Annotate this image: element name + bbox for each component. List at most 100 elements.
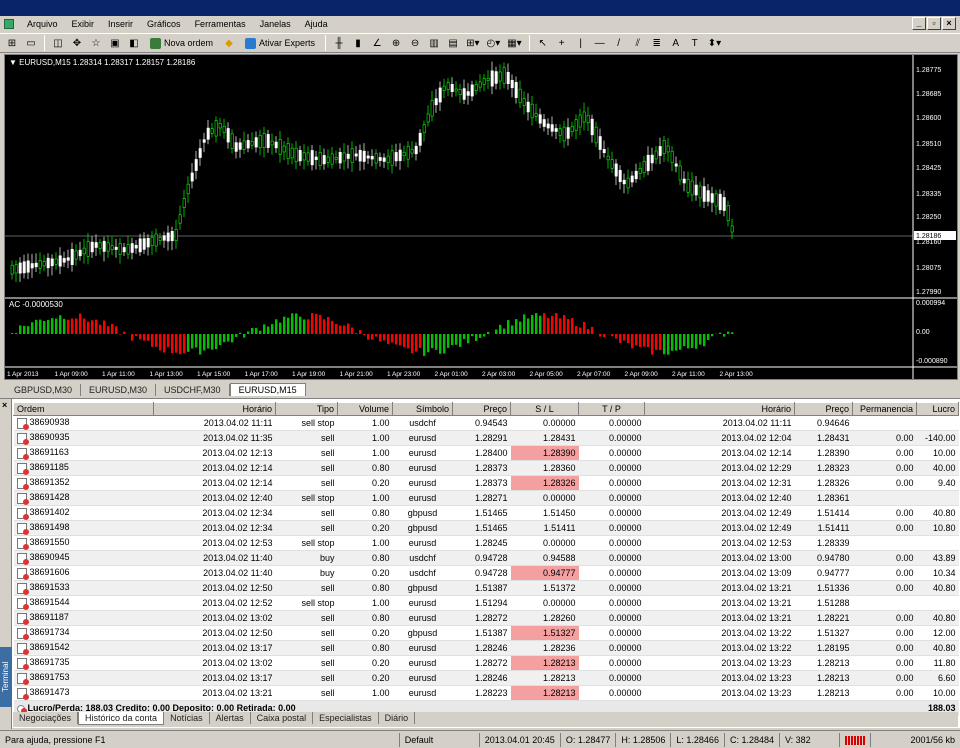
- chart-shift-icon[interactable]: ▤: [445, 35, 461, 51]
- table-row[interactable]: 38691498 2013.04.02 12:34 sell 0.20 gbpusd 1.…: [13, 520, 959, 536]
- table-row[interactable]: 38691402 2013.04.02 12:34 sell 0.80 gbpusd 1.…: [13, 505, 959, 521]
- tab-noticias[interactable]: Notícias: [164, 712, 210, 724]
- ac-bar: [699, 334, 702, 345]
- table-row[interactable]: 38691428 2013.04.02 12:40 sell stop 1.00 eur…: [13, 490, 959, 506]
- chart-tab-usdchf-m30[interactable]: USDCHF,M30: [156, 384, 230, 396]
- tab-diario[interactable]: Diário: [379, 712, 416, 724]
- new-order-button[interactable]: Nova ordem: [145, 35, 218, 51]
- table-row[interactable]: 38691187 2013.04.02 13:02 sell 0.80 eurusd 1.…: [13, 610, 959, 626]
- tile-windows-icon[interactable]: ▥: [426, 35, 442, 51]
- menu-ajuda[interactable]: Ajuda: [298, 19, 335, 29]
- indicators-icon[interactable]: ⊞▾: [464, 35, 481, 51]
- new-chart-icon[interactable]: ⊞: [4, 35, 20, 51]
- chart-tab-eurusd-m30[interactable]: EURUSD,M30: [81, 384, 157, 396]
- col-lucro[interactable]: Lucro: [916, 402, 959, 416]
- table-row[interactable]: 38691753 2013.04.02 13:17 sell 0.20 eurusd 1.…: [13, 670, 959, 686]
- restore-icon[interactable]: ▫: [927, 17, 941, 30]
- table-row[interactable]: 38690935 2013.04.02 11:35 sell 1.00 eurusd 1.…: [13, 430, 959, 446]
- col-tipo[interactable]: Tipo: [275, 402, 338, 416]
- tester-icon[interactable]: ◧: [126, 35, 142, 51]
- table-row[interactable]: 38691734 2013.04.02 12:50 sell 0.20 gbpusd 1.…: [13, 625, 959, 641]
- ac-bar: [367, 334, 370, 340]
- close-icon[interactable]: ×: [942, 17, 956, 30]
- candle: [422, 124, 426, 134]
- col-simbolo[interactable]: Símbolo: [392, 402, 453, 416]
- cell-close-price: 0.94646: [794, 415, 853, 431]
- text-icon[interactable]: A: [668, 35, 684, 51]
- candle: [90, 241, 94, 253]
- col-preco-close[interactable]: Preço: [794, 402, 853, 416]
- channel-icon[interactable]: ⫽: [630, 35, 646, 51]
- favorites-icon[interactable]: ☆: [88, 35, 104, 51]
- zoom-in-icon[interactable]: ⊕: [388, 35, 404, 51]
- ac-bar: [307, 319, 310, 334]
- horizontal-line-icon[interactable]: —: [592, 35, 608, 51]
- periods-icon[interactable]: ◴▾: [484, 35, 502, 51]
- menu-graficos[interactable]: Gráficos: [140, 19, 188, 29]
- fibonacci-icon[interactable]: ≣: [649, 35, 665, 51]
- table-row[interactable]: 38691550 2013.04.02 12:53 sell stop 1.00 eur…: [13, 535, 959, 551]
- price-chart[interactable]: ▼ EURUSD,M15 1.28314 1.28317 1.28157 1.2…: [5, 55, 957, 379]
- vertical-line-icon[interactable]: |: [573, 35, 589, 51]
- candle-chart-icon[interactable]: ▮: [350, 35, 366, 51]
- market-watch-icon[interactable]: ◫: [50, 35, 66, 51]
- crosshair-icon[interactable]: +: [554, 35, 570, 51]
- col-volume[interactable]: Volume: [337, 402, 393, 416]
- menu-exibir[interactable]: Exibir: [65, 19, 102, 29]
- cell-symbol: eurusd: [392, 610, 453, 626]
- templates-icon[interactable]: ▦▾: [505, 35, 523, 51]
- candle: [86, 241, 90, 257]
- cell-close-time: 2013.04.02 13:21: [644, 610, 795, 626]
- bar-chart-icon[interactable]: ╫: [331, 35, 347, 51]
- zoom-out-icon[interactable]: ⊖: [407, 35, 423, 51]
- chart-tab-eurusd-m15[interactable]: EURUSD,M15: [229, 383, 306, 396]
- chart-window[interactable]: ▼ EURUSD,M15 1.28314 1.28317 1.28157 1.2…: [4, 54, 958, 380]
- minimize-icon[interactable]: _: [912, 17, 926, 30]
- table-row[interactable]: 38691185 2013.04.02 12:14 sell 0.80 eurusd 1.…: [13, 460, 959, 476]
- tab-negociacoes[interactable]: Negociações: [13, 712, 79, 724]
- profiles-icon[interactable]: ▭: [23, 35, 39, 51]
- table-row[interactable]: 38691544 2013.04.02 12:52 sell stop 1.00 eur…: [13, 595, 959, 611]
- arrows-icon[interactable]: ⬍▾: [706, 35, 723, 51]
- close-terminal-icon[interactable]: ×: [2, 400, 7, 410]
- col-permanencia[interactable]: Permanencia: [852, 402, 917, 416]
- col-tp[interactable]: T / P: [578, 402, 645, 416]
- price-tick: 1.28160: [916, 239, 941, 246]
- col-sl[interactable]: S / L: [510, 402, 579, 416]
- ac-bar: [507, 320, 510, 334]
- line-chart-icon[interactable]: ∠: [369, 35, 385, 51]
- candle: [690, 180, 694, 196]
- cursor-icon[interactable]: ↖: [535, 35, 551, 51]
- tab-especialistas[interactable]: Especialistas: [313, 712, 379, 724]
- trendline-icon[interactable]: /: [611, 35, 627, 51]
- menu-janelas[interactable]: Janelas: [253, 19, 298, 29]
- col-horario-close[interactable]: Horário: [644, 402, 795, 416]
- candle: [490, 70, 494, 87]
- menu-ferramentas[interactable]: Ferramentas: [188, 19, 253, 29]
- terminal-icon[interactable]: ▣: [107, 35, 123, 51]
- table-row[interactable]: 38691533 2013.04.02 12:50 sell 0.80 gbpusd 1.…: [13, 580, 959, 596]
- table-row[interactable]: 38691606 2013.04.02 11:40 buy 0.20 usdchf 0.9…: [13, 565, 959, 581]
- experts-button[interactable]: Ativar Experts: [240, 35, 320, 51]
- tab-caixa-postal[interactable]: Caixa postal: [251, 712, 314, 724]
- table-row[interactable]: 38691542 2013.04.02 13:17 sell 0.80 eurusd 1.…: [13, 640, 959, 656]
- table-row[interactable]: 38691735 2013.04.02 13:02 sell 0.20 eurusd 1.…: [13, 655, 959, 671]
- text-label-icon[interactable]: T: [687, 35, 703, 51]
- menu-inserir[interactable]: Inserir: [101, 19, 140, 29]
- cell-close-time: 2013.04.02 12:53: [644, 535, 795, 551]
- metaeditor-icon[interactable]: ◆: [221, 35, 237, 51]
- table-row[interactable]: 38691163 2013.04.02 12:13 sell 1.00 eurusd 1.…: [13, 445, 959, 461]
- table-row[interactable]: 38690945 2013.04.02 11:40 buy 0.80 usdchf 0.9…: [13, 550, 959, 566]
- chart-tab-gbpusd-m30[interactable]: GBPUSD,M30: [6, 384, 82, 396]
- table-row[interactable]: 38691352 2013.04.02 12:14 sell 0.20 eurusd 1.…: [13, 475, 959, 491]
- table-row[interactable]: 38691473 2013.04.02 13:21 sell 1.00 eurusd 1.…: [13, 685, 959, 701]
- candle: [478, 81, 482, 88]
- tab-historico[interactable]: Histórico da conta: [78, 712, 165, 725]
- navigator-icon[interactable]: ✥: [69, 35, 85, 51]
- col-ordem[interactable]: Ordem: [13, 402, 154, 416]
- tab-alertas[interactable]: Alertas: [210, 712, 251, 724]
- table-row[interactable]: 38690938 2013.04.02 11:11 sell stop 1.00 usd…: [13, 415, 959, 431]
- col-preco[interactable]: Preço: [452, 402, 511, 416]
- menu-arquivo[interactable]: Arquivo: [20, 19, 65, 29]
- col-horario[interactable]: Horário: [153, 402, 276, 416]
